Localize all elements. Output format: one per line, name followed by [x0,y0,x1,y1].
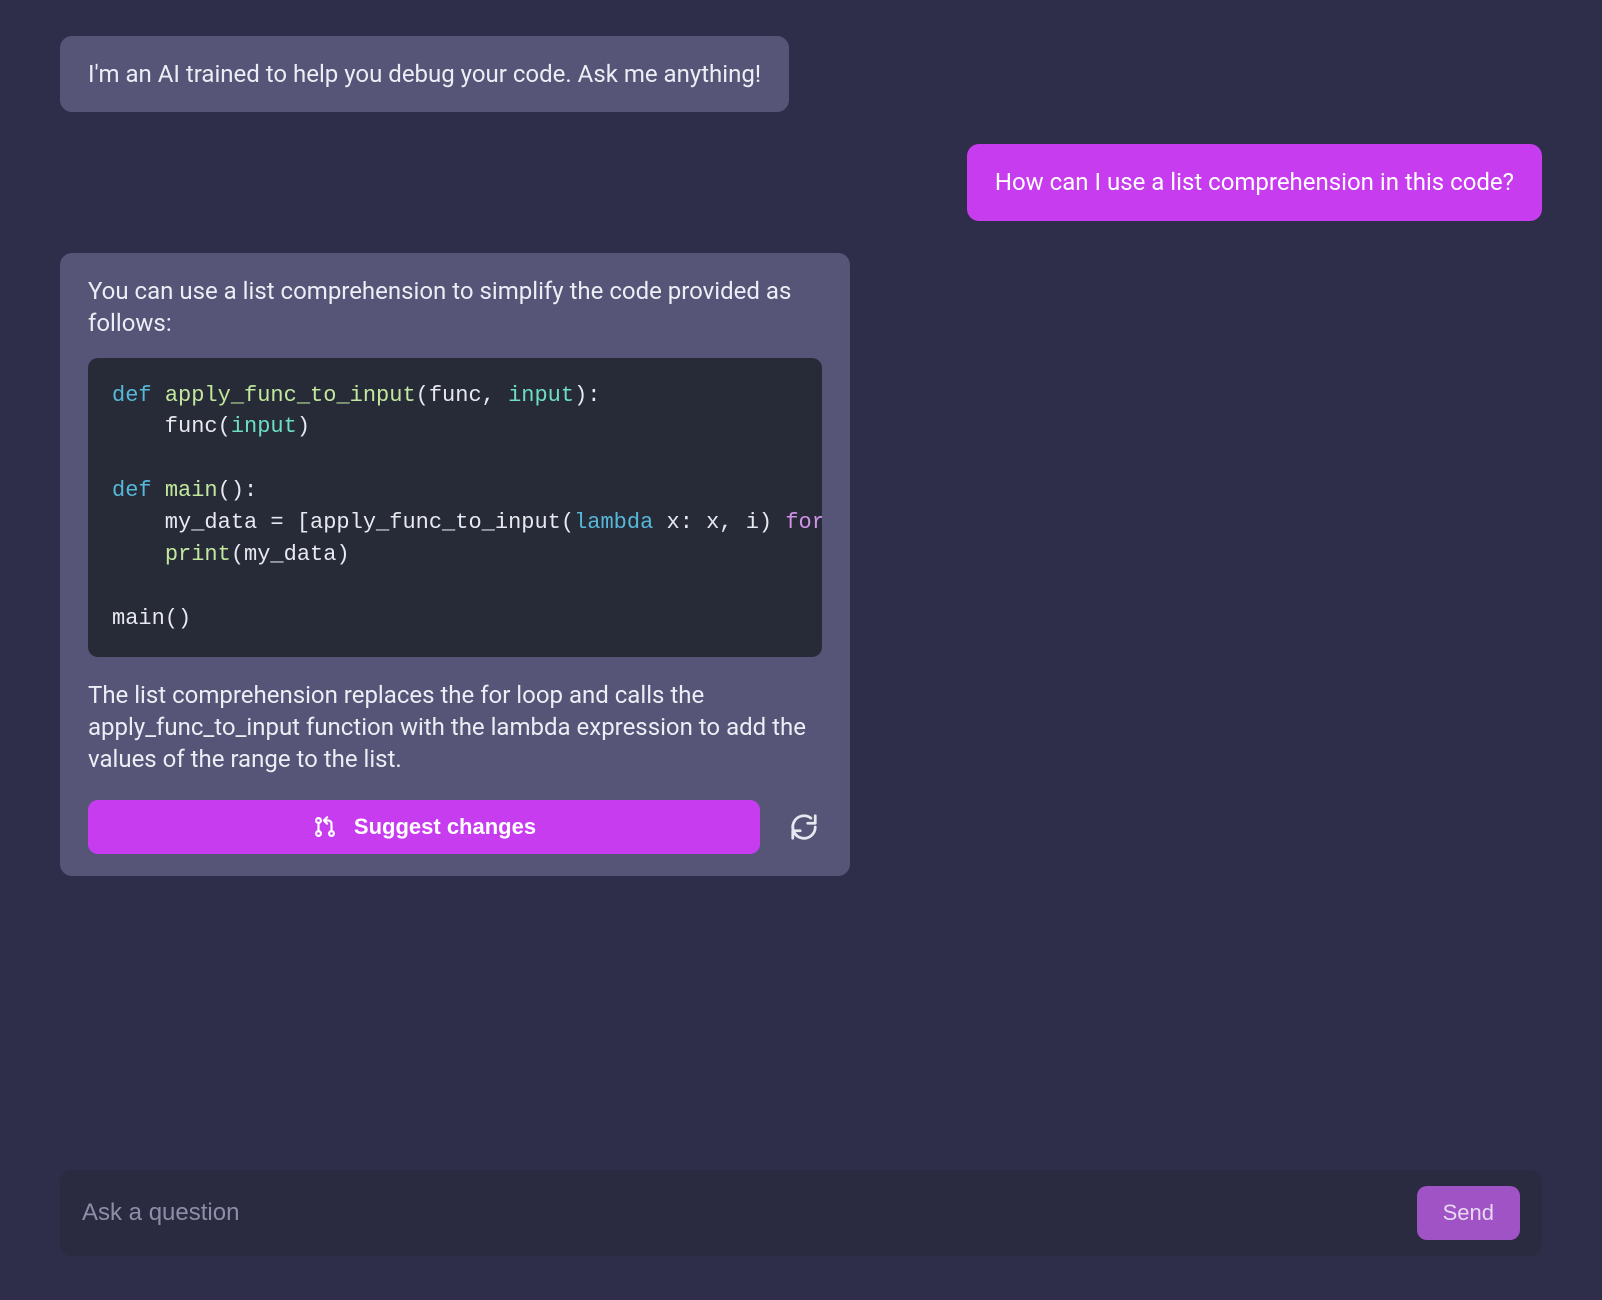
refresh-icon [789,812,819,842]
ai-answer-post-text: The list comprehension replaces the for … [88,679,822,776]
ai-message-bubble: I'm an AI trained to help you debug your… [60,36,789,112]
message-row-ai-1: I'm an AI trained to help you debug your… [60,36,1542,112]
user-message-bubble: How can I use a list comprehension in th… [967,144,1542,220]
ai-answer-pre-text: You can use a list comprehension to simp… [88,275,822,340]
regenerate-button[interactable] [786,809,822,845]
send-button[interactable]: Send [1417,1186,1520,1240]
composer: Send [60,1170,1542,1256]
question-input[interactable] [82,1199,1397,1227]
ai-answer-bubble: You can use a list comprehension to simp… [60,253,850,876]
message-row-ai-2: You can use a list comprehension to simp… [60,253,1542,876]
suggest-changes-button[interactable]: Suggest changes [88,800,760,854]
pull-request-icon [312,814,338,840]
message-row-user-1: How can I use a list comprehension in th… [60,144,1542,220]
suggest-changes-label: Suggest changes [354,814,536,840]
chat-app: I'm an AI trained to help you debug your… [0,0,1602,1300]
code-block: def apply_func_to_input(func, input): fu… [88,358,822,657]
user-question-text: How can I use a list comprehension in th… [995,166,1514,198]
message-list: I'm an AI trained to help you debug your… [60,36,1542,876]
action-row: Suggest changes [88,800,822,854]
ai-intro-text: I'm an AI trained to help you debug your… [88,58,761,90]
